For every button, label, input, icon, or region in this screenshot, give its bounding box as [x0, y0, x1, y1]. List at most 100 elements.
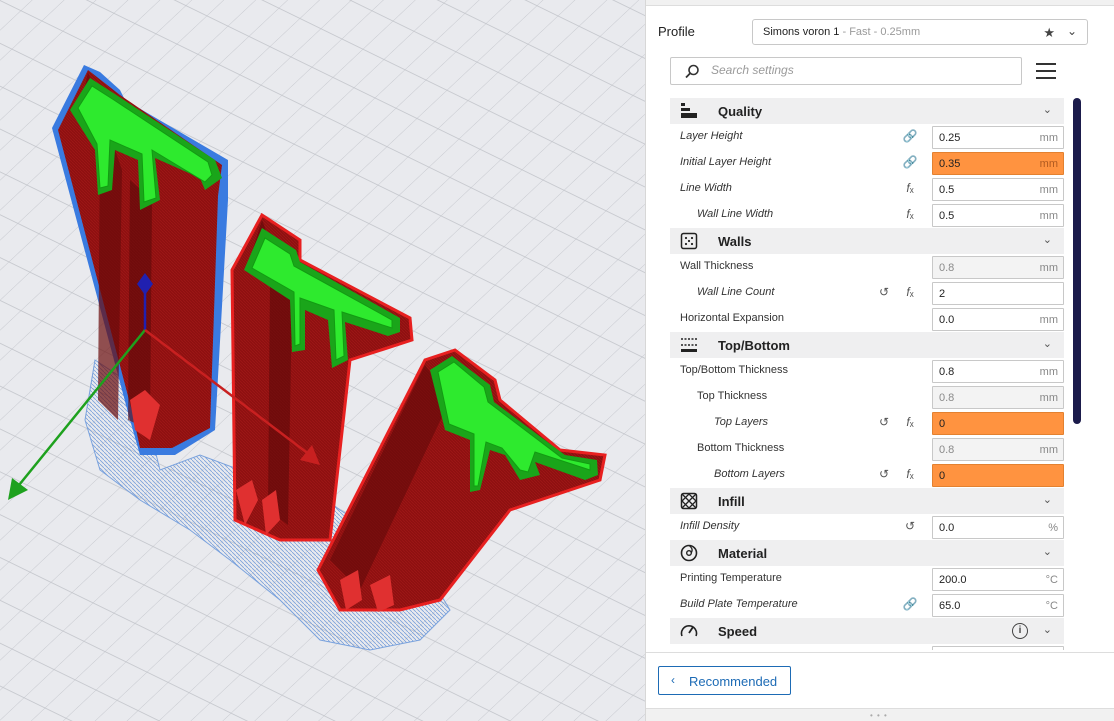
setting-build-plate-temperature[interactable]: Build Plate Temperature 🔗 65.0 °C	[670, 592, 1064, 618]
settings-visibility-menu-button[interactable]	[1034, 60, 1058, 82]
recommended-button[interactable]: ‹ Recommended	[658, 666, 791, 695]
field-unit: mm	[1039, 158, 1058, 170]
reset-icon[interactable]: ↺	[902, 519, 918, 535]
category-quality[interactable]: Quality ⌄	[670, 98, 1064, 124]
chevron-down-icon: ⌄	[1042, 494, 1052, 506]
field-value: 0.5	[939, 184, 955, 196]
function-icon: fₓ	[906, 415, 914, 429]
search-box[interactable]	[670, 57, 1022, 85]
infill-icon	[680, 492, 698, 510]
build-plate-temperature-field[interactable]: 65.0 °C	[932, 594, 1064, 617]
profile-name: Simons voron 1	[763, 26, 840, 38]
setting-layer-height[interactable]: Layer Height 🔗 0.25 mm	[670, 124, 1064, 150]
partial-field[interactable]	[932, 646, 1064, 650]
setting-bottom-thickness[interactable]: Bottom Thickness 0.8 mm	[670, 436, 1064, 462]
setting-label: Build Plate Temperature	[680, 598, 798, 610]
setting-printing-temperature[interactable]: Printing Temperature 200.0 °C	[670, 566, 1064, 592]
setting-infill-density[interactable]: Infill Density ↺ 0.0%	[670, 514, 1064, 540]
setting-label: Printing Temperature	[680, 572, 782, 584]
field-value: 65.0	[939, 600, 961, 612]
resize-grip-icon[interactable]: • • •	[870, 711, 888, 720]
field-unit: mm	[1039, 444, 1058, 456]
initial-layer-height-field[interactable]: 0.35 mm	[932, 152, 1064, 175]
setting-line-width[interactable]: Line Width fₓ 0.5 mm	[670, 176, 1064, 202]
speed-gauge-icon	[680, 625, 698, 637]
category-top-bottom[interactable]: Top/Bottom ⌄	[670, 332, 1064, 358]
bottom-thickness-field[interactable]: 0.8 mm	[932, 438, 1064, 461]
category-walls[interactable]: Walls ⌄	[670, 228, 1064, 254]
horizontal-expansion-field[interactable]: 0.0 mm	[932, 308, 1064, 331]
setting-horizontal-expansion[interactable]: Horizontal Expansion 0.0 mm	[670, 306, 1064, 332]
line-width-field[interactable]: 0.5 mm	[932, 178, 1064, 201]
field-value: 0.0	[939, 522, 955, 534]
settings-list[interactable]: Quality ⌄ Layer Height 🔗 0.25 mm Initial …	[670, 98, 1064, 650]
field-unit: mm	[1039, 184, 1058, 196]
wall-thickness-field[interactable]: 0.8 mm	[932, 256, 1064, 279]
field-value: 0.8	[939, 262, 955, 274]
field-value: 0.35	[939, 158, 961, 170]
chevron-left-icon: ‹	[671, 673, 675, 687]
setting-label: Top Layers	[714, 416, 769, 428]
reset-icon[interactable]: ↺	[876, 285, 892, 301]
category-infill[interactable]: Infill ⌄	[670, 488, 1064, 514]
material-spool-icon	[680, 544, 698, 562]
reset-icon[interactable]: ↺	[876, 415, 892, 431]
reset-icon[interactable]: ↺	[876, 467, 892, 483]
field-unit: mm	[1039, 132, 1058, 144]
settings-scrollbar[interactable]	[1073, 98, 1081, 424]
field-unit: mm	[1039, 366, 1058, 378]
setting-initial-layer-height[interactable]: Initial Layer Height 🔗 0.35 mm	[670, 150, 1064, 176]
field-unit: mm	[1039, 210, 1058, 222]
function-icon: fₓ	[906, 467, 914, 481]
setting-top-layers[interactable]: Top Layers ↺ fₓ 0	[670, 410, 1064, 436]
field-value: 0.0	[939, 314, 955, 326]
printing-temperature-field[interactable]: 200.0 °C	[932, 568, 1064, 591]
setting-label: Line Width	[680, 182, 732, 194]
link-icon: 🔗	[902, 129, 918, 143]
setting-label: Top Thickness	[697, 390, 768, 402]
function-icon: fₓ	[906, 207, 914, 221]
field-value: 200.0	[939, 574, 967, 586]
setting-bottom-layers[interactable]: Bottom Layers ↺ fₓ 0	[670, 462, 1064, 488]
layer-height-field[interactable]: 0.25 mm	[932, 126, 1064, 149]
category-title: Walls	[718, 234, 752, 249]
setting-label: Initial Layer Height	[680, 156, 772, 168]
star-icon[interactable]: ★	[1043, 25, 1055, 41]
chevron-down-icon: ⌄	[1042, 338, 1052, 350]
3d-viewport[interactable]	[0, 0, 645, 721]
top-layers-field[interactable]: 0	[932, 412, 1064, 435]
category-title: Material	[718, 546, 768, 561]
chevron-down-icon: ⌄	[1042, 104, 1052, 116]
top-thickness-field[interactable]: 0.8 mm	[932, 386, 1064, 409]
info-icon[interactable]: i	[1012, 623, 1028, 639]
chevron-down-icon: ⌄	[1042, 624, 1052, 636]
profile-dropdown[interactable]: Simons voron 1 - Fast - 0.25mm ★ ⌄	[752, 19, 1088, 45]
setting-wall-line-width[interactable]: Wall Line Width fₓ 0.5 mm	[670, 202, 1064, 228]
setting-label: Bottom Layers	[714, 468, 785, 480]
category-title: Infill	[718, 494, 745, 509]
profile-quality: - Fast - 0.25mm	[839, 26, 921, 38]
field-unit: mm	[1039, 392, 1058, 404]
wall-line-width-field[interactable]: 0.5 mm	[932, 204, 1064, 227]
category-material[interactable]: Material ⌄	[670, 540, 1064, 566]
setting-label: Wall Line Count	[697, 286, 775, 298]
field-unit: mm	[1039, 314, 1058, 326]
bottom-layers-field[interactable]: 0	[932, 464, 1064, 487]
function-icon: fₓ	[906, 285, 914, 299]
search-input[interactable]	[711, 63, 1011, 77]
footer-divider	[646, 652, 1114, 653]
field-value: 0	[939, 418, 946, 430]
setting-wall-thickness[interactable]: Wall Thickness 0.8 mm	[670, 254, 1064, 280]
field-unit: °C	[1045, 600, 1058, 612]
infill-density-field[interactable]: 0.0%	[932, 516, 1064, 539]
setting-top-thickness[interactable]: Top Thickness 0.8 mm	[670, 384, 1064, 410]
category-title: Top/Bottom	[718, 338, 790, 353]
category-speed[interactable]: Speed i ⌄	[670, 618, 1064, 644]
top-bottom-thickness-field[interactable]: 0.8 mm	[932, 360, 1064, 383]
setting-label: Layer Height	[680, 130, 743, 142]
wall-line-count-field[interactable]: 2	[932, 282, 1064, 305]
setting-top-bottom-thickness[interactable]: Top/Bottom Thickness 0.8 mm	[670, 358, 1064, 384]
print-settings-panel: Profile Simons voron 1 - Fast - 0.25mm ★…	[645, 0, 1114, 721]
setting-wall-line-count[interactable]: Wall Line Count ↺ fₓ 2	[670, 280, 1064, 306]
top-bottom-icon	[681, 338, 697, 352]
